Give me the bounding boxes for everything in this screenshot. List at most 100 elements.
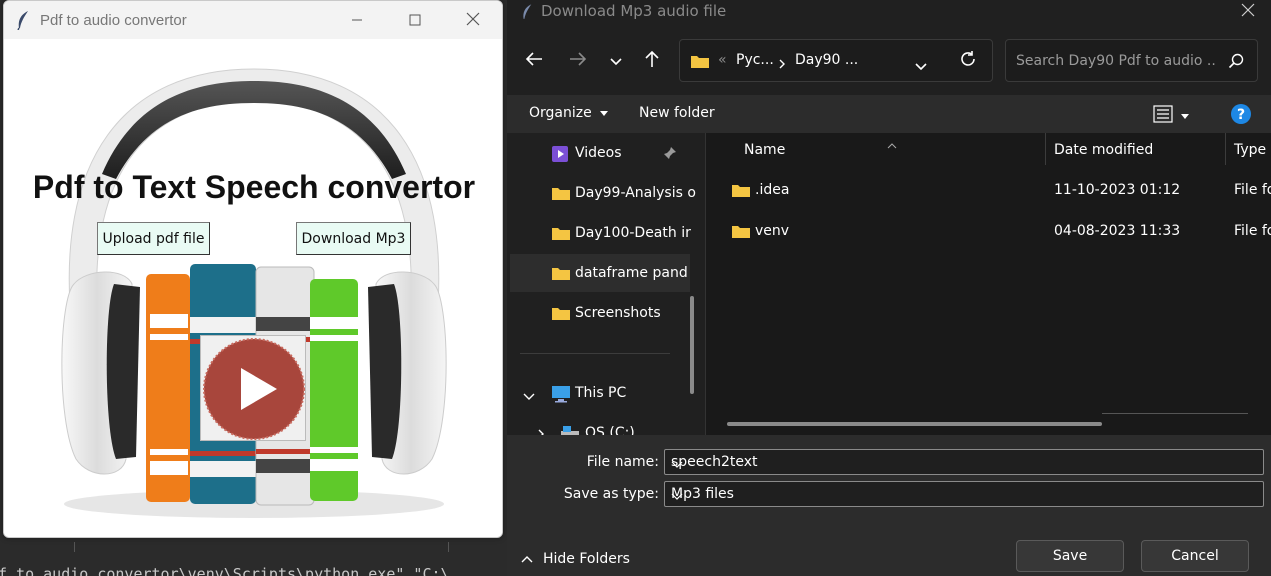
dialog-close-button[interactable] xyxy=(1237,0,1259,22)
nav-item-label: Day100-Death ir xyxy=(575,225,691,241)
terminal-command-text: f to audio convertor\venv\Scripts\python… xyxy=(0,565,450,576)
app-heading: Pdf to Text Speech convertor xyxy=(32,169,476,205)
svg-text:?: ? xyxy=(1237,107,1245,123)
file-name: .idea xyxy=(755,182,790,198)
search-icon[interactable] xyxy=(1228,53,1244,73)
hscroll-track xyxy=(1102,413,1248,414)
maximize-button[interactable] xyxy=(392,1,438,39)
nav-item-os-c[interactable]: OS (C:) xyxy=(510,414,690,435)
download-mp3-button[interactable]: Download Mp3 xyxy=(296,222,411,255)
save-as-type-select[interactable]: Mp3 files xyxy=(664,481,1264,507)
folder-icon xyxy=(731,182,751,202)
play-button[interactable] xyxy=(200,335,306,441)
chevron-down-icon xyxy=(609,52,623,71)
nav-item-day99[interactable]: Day99-Analysis o xyxy=(510,174,696,212)
tk-titlebar[interactable]: Pdf to audio convertor xyxy=(4,1,502,39)
this-pc-icon xyxy=(551,385,571,407)
nav-divider xyxy=(520,353,670,354)
nav-item-dataframe[interactable]: dataframe pand xyxy=(510,254,690,292)
upload-pdf-button[interactable]: Upload pdf file xyxy=(97,222,210,255)
chevron-right-icon[interactable] xyxy=(537,428,545,435)
folder-icon xyxy=(690,53,710,73)
file-date: 04-08-2023 11:33 xyxy=(1054,223,1181,239)
folder-icon xyxy=(551,225,571,245)
column-header-date-modified[interactable]: Date modified xyxy=(1054,142,1153,158)
column-header-type[interactable]: Type xyxy=(1234,142,1266,158)
breadcrumb-overflow[interactable]: « xyxy=(718,52,727,68)
chevron-up-icon xyxy=(521,551,533,567)
column-separator[interactable] xyxy=(1045,133,1046,165)
cancel-button[interactable]: Cancel xyxy=(1141,540,1249,572)
chevron-down-icon[interactable] xyxy=(671,457,1259,473)
save-as-type-label: Save as type: xyxy=(563,486,659,502)
new-folder-button[interactable]: New folder xyxy=(639,105,715,121)
folder-icon xyxy=(551,185,571,205)
maximize-icon xyxy=(409,11,421,30)
pin-icon xyxy=(663,146,677,164)
file-row[interactable]: venv 04-08-2023 11:33 File fo xyxy=(705,216,1271,248)
forward-button[interactable] xyxy=(561,44,595,78)
arrow-left-icon xyxy=(525,51,543,71)
recent-locations-button[interactable] xyxy=(599,44,633,78)
back-button[interactable] xyxy=(517,44,551,78)
details-view-icon xyxy=(1153,105,1173,127)
dialog-footer: File name: speech2text Save as type: Mp3… xyxy=(507,435,1271,576)
headphones-books-illustration xyxy=(61,68,447,518)
file-name: venv xyxy=(755,223,790,239)
hide-folders-button[interactable]: Hide Folders xyxy=(521,551,630,567)
nav-item-label: Screenshots xyxy=(575,305,661,321)
chevron-right-icon xyxy=(778,55,786,74)
folder-icon xyxy=(551,305,571,325)
close-icon xyxy=(1241,2,1255,21)
arrow-right-icon xyxy=(569,51,587,71)
file-type: File fo xyxy=(1234,182,1271,198)
breadcrumb-segment[interactable]: Pyc... xyxy=(736,52,774,68)
column-separator[interactable] xyxy=(1225,133,1226,165)
search-placeholder: Search Day90 Pdf to audio ... xyxy=(1016,53,1216,69)
breadcrumb-segment[interactable]: Day90 ... xyxy=(795,52,858,68)
horizontal-scrollbar[interactable] xyxy=(727,422,1102,426)
column-header-name[interactable]: Name xyxy=(744,142,785,158)
minimize-button[interactable] xyxy=(334,1,380,39)
save-button[interactable]: Save xyxy=(1016,540,1124,572)
help-icon[interactable]: ? xyxy=(1230,103,1252,129)
terminal-tick xyxy=(448,542,449,552)
search-box[interactable]: Search Day90 Pdf to audio ... xyxy=(1005,39,1258,82)
navigation-pane: Videos Day99-Analysis o Day100-Death ir … xyxy=(507,133,697,435)
nav-item-label: This PC xyxy=(575,385,627,401)
feather-icon xyxy=(16,10,36,30)
hide-folders-label: Hide Folders xyxy=(543,551,630,567)
nav-scrollbar[interactable] xyxy=(690,296,694,394)
organize-label: Organize xyxy=(529,105,592,121)
nav-item-screenshots[interactable]: Screenshots xyxy=(510,294,690,332)
address-bar[interactable]: « Pyc... Day90 ... xyxy=(679,39,993,82)
chevron-down-icon[interactable] xyxy=(671,489,1259,505)
nav-item-label: Videos xyxy=(575,145,622,161)
chevron-down-icon[interactable] xyxy=(914,57,928,76)
tk-window-title: Pdf to audio convertor xyxy=(40,11,187,29)
file-type: File fo xyxy=(1234,223,1271,239)
sort-ascending-icon xyxy=(887,134,897,153)
nav-item-videos[interactable]: Videos xyxy=(510,134,690,172)
command-bar: Organize New folder ? xyxy=(507,95,1271,133)
close-button[interactable] xyxy=(450,1,496,39)
dialog-title: Download Mp3 audio file xyxy=(541,2,727,20)
nav-item-this-pc[interactable]: This PC xyxy=(510,374,690,412)
terminal-tick xyxy=(74,542,75,552)
nav-item-label: OS (C:) xyxy=(585,425,635,435)
close-icon xyxy=(466,11,480,30)
file-row[interactable]: .idea 11-10-2023 01:12 File fo xyxy=(705,175,1271,207)
tk-canvas: Pdf to Text Speech convertor Upload pdf … xyxy=(4,39,502,537)
chevron-down-icon[interactable] xyxy=(523,389,535,405)
up-button[interactable] xyxy=(635,44,669,78)
refresh-button[interactable] xyxy=(951,44,985,78)
nav-item-day100[interactable]: Day100-Death ir xyxy=(510,214,691,252)
file-name-input[interactable]: speech2text xyxy=(664,449,1264,475)
organize-menu[interactable]: Organize xyxy=(529,105,608,121)
save-file-dialog: Download Mp3 audio file « Pyc... Day90 .… xyxy=(507,0,1271,576)
view-options-button[interactable] xyxy=(1153,105,1189,127)
nav-item-label: Day99-Analysis o xyxy=(575,185,696,201)
folder-icon xyxy=(551,265,571,285)
drive-icon xyxy=(560,425,580,435)
caret-down-icon xyxy=(1181,108,1189,124)
